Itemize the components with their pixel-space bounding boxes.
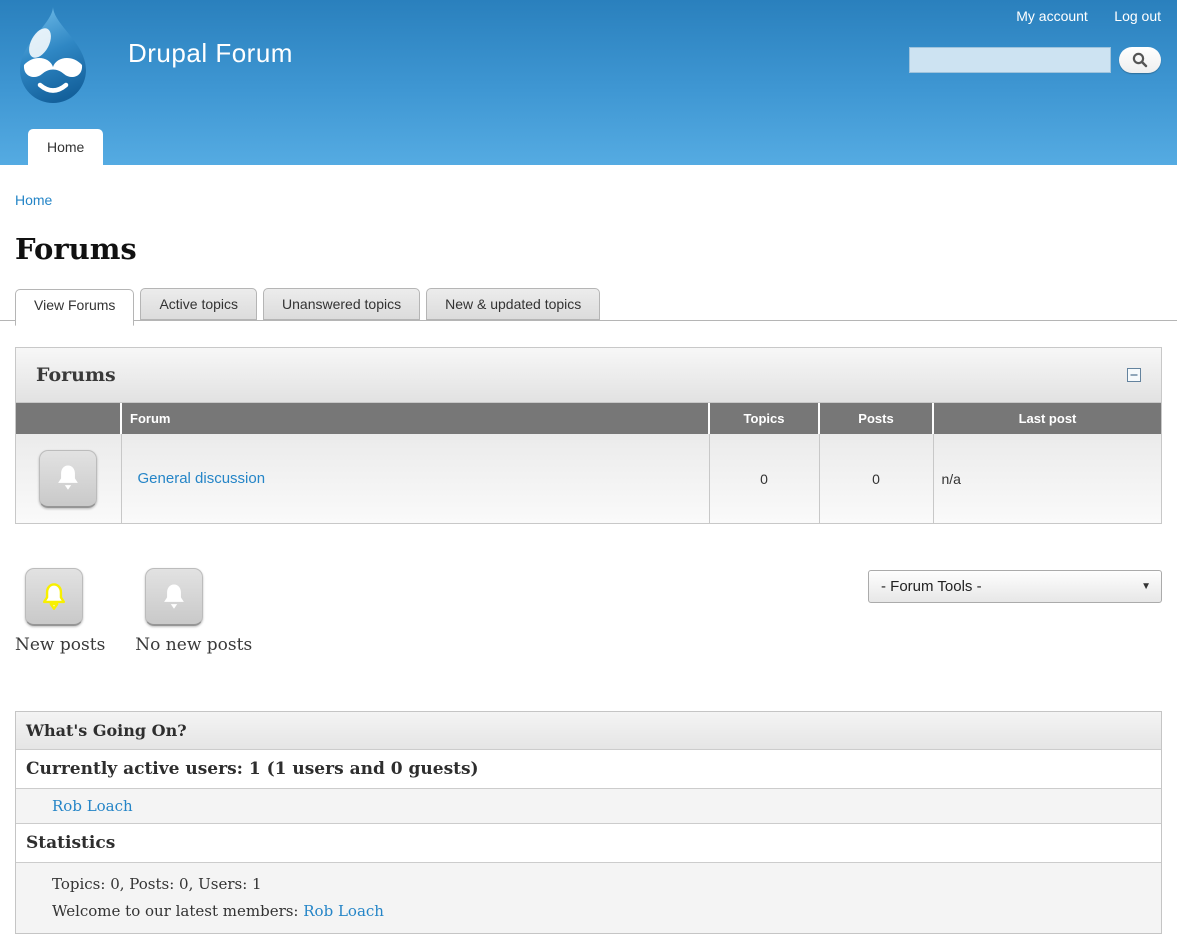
column-forum: Forum	[121, 403, 709, 434]
my-account-link[interactable]: My account	[1016, 8, 1088, 24]
column-icon	[16, 403, 121, 434]
column-last-post: Last post	[933, 403, 1161, 434]
forums-table: Forum Topics Posts Last post General dis…	[16, 403, 1161, 523]
whats-going-on-panel: What's Going On? Currently active users:…	[15, 711, 1162, 934]
table-row: General discussion 0 0 n/a	[16, 434, 1161, 523]
legend-new-posts: New posts	[15, 568, 105, 655]
user-links: My account Log out	[994, 8, 1161, 26]
drupal-logo	[10, 5, 96, 105]
chevron-down-icon: ▼	[1141, 581, 1151, 592]
active-users-list: Rob Loach	[16, 789, 1161, 824]
forum-link[interactable]: General discussion	[138, 470, 266, 487]
tab-unanswered-topics[interactable]: Unanswered topics	[263, 288, 420, 320]
statistics-heading: Statistics	[16, 824, 1161, 863]
logout-link[interactable]: Log out	[1114, 8, 1161, 24]
site-name: Drupal Forum	[128, 38, 293, 69]
legend-new-posts-label: New posts	[15, 635, 105, 655]
column-posts: Posts	[819, 403, 933, 434]
breadcrumb-home-link[interactable]: Home	[15, 192, 52, 208]
forums-panel-title: Forums	[36, 364, 116, 386]
search-button[interactable]	[1119, 47, 1161, 73]
breadcrumb: Home	[0, 165, 1177, 208]
statistics-content: Topics: 0, Posts: 0, Users: 1 Welcome to…	[16, 863, 1161, 933]
active-users-heading: Currently active users: 1 (1 users and 0…	[16, 750, 1161, 789]
search-icon	[1130, 50, 1150, 70]
active-user-link[interactable]: Rob Loach	[52, 797, 133, 815]
latest-member-link[interactable]: Rob Loach	[303, 902, 384, 920]
forum-name-cell: General discussion	[121, 434, 709, 523]
forum-tools-select[interactable]: - Forum Tools - ▼	[868, 570, 1162, 603]
forum-status-cell	[16, 434, 121, 523]
new-posts-bell-icon	[25, 568, 83, 626]
tab-new-updated-topics[interactable]: New & updated topics	[426, 288, 600, 320]
secondary-tabs: View Forums Active topics Unanswered top…	[0, 288, 1177, 321]
search-input[interactable]	[909, 47, 1111, 73]
search-box	[909, 47, 1161, 73]
legend: New posts No new posts	[15, 568, 282, 655]
no-new-posts-bell-icon	[145, 568, 203, 626]
topics-count: 0	[709, 434, 819, 523]
welcome-prefix: Welcome to our latest members:	[52, 902, 303, 920]
collapse-minus-icon[interactable]	[1127, 368, 1141, 382]
forum-tools-selected-value: - Forum Tools -	[881, 578, 982, 595]
legend-no-new-posts: No new posts	[135, 568, 252, 655]
posts-count: 0	[819, 434, 933, 523]
forums-panel-header: Forums	[16, 348, 1161, 403]
nav-tab-home[interactable]: Home	[28, 129, 103, 165]
legend-row: New posts No new posts - Forum Tools - ▼	[15, 568, 1162, 655]
wgo-panel-title: What's Going On?	[16, 712, 1161, 750]
tab-active-topics[interactable]: Active topics	[140, 288, 257, 320]
statistics-line: Topics: 0, Posts: 0, Users: 1	[52, 871, 1151, 898]
no-new-posts-bell-icon	[39, 450, 97, 508]
forums-table-header-row: Forum Topics Posts Last post	[16, 403, 1161, 434]
forums-panel: Forums Forum Topics Posts Last post	[15, 347, 1162, 524]
last-post-value: n/a	[933, 434, 1161, 523]
nav-tab-home-label: Home	[47, 139, 84, 155]
column-topics: Topics	[709, 403, 819, 434]
latest-member-line: Welcome to our latest members: Rob Loach	[52, 898, 1151, 925]
legend-no-new-posts-label: No new posts	[135, 635, 252, 655]
page-title: Forums	[15, 232, 1162, 266]
tab-view-forums[interactable]: View Forums	[15, 289, 134, 326]
site-header: Drupal Forum My account Log out Home	[0, 0, 1177, 165]
